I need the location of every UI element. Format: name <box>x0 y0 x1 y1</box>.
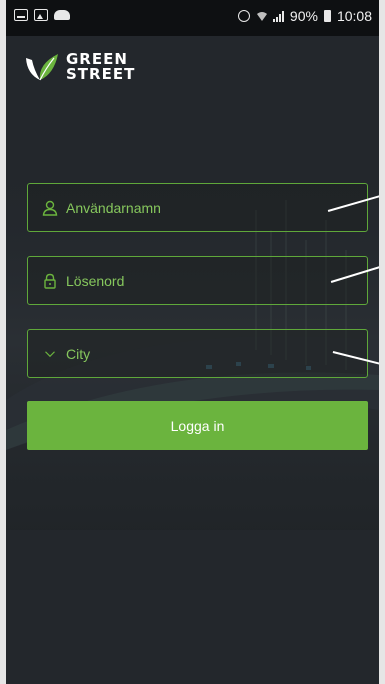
status-system-icons: 90% 10:08 <box>237 8 372 24</box>
alarm-icon <box>237 10 250 22</box>
gallery-icon <box>34 9 48 21</box>
screenshot-icon <box>14 9 28 21</box>
screen-frame: 90% 10:08 GREEN STREET Användarnamn City… <box>0 0 385 684</box>
leaf-logo-icon <box>26 54 58 81</box>
city-selected-value: City <box>66 345 91 362</box>
status-notification-icons <box>14 9 70 21</box>
battery-icon <box>323 10 331 22</box>
signal-icon <box>272 10 284 22</box>
battery-percent: 90% <box>289 8 318 24</box>
username-field[interactable] <box>27 183 368 232</box>
status-bar: 90% 10:08 <box>6 0 379 36</box>
green-street-logo: GREEN STREET <box>24 52 135 82</box>
wifi-icon <box>256 12 267 21</box>
logo-wordmark: GREEN STREET <box>66 52 135 82</box>
login-button[interactable]: Logga in <box>27 401 368 450</box>
app-screen: 90% 10:08 GREEN STREET Användarnamn City… <box>6 0 379 684</box>
password-field[interactable] <box>27 256 368 305</box>
weather-icon <box>54 10 70 20</box>
chevron-down-icon <box>45 350 55 357</box>
city-select[interactable]: City <box>27 329 368 378</box>
logo-line-2: STREET <box>66 65 136 83</box>
clock-time: 10:08 <box>336 8 372 24</box>
password-input[interactable] <box>66 272 326 289</box>
lock-icon <box>44 273 56 289</box>
user-icon <box>42 200 58 216</box>
username-input[interactable] <box>66 199 326 216</box>
